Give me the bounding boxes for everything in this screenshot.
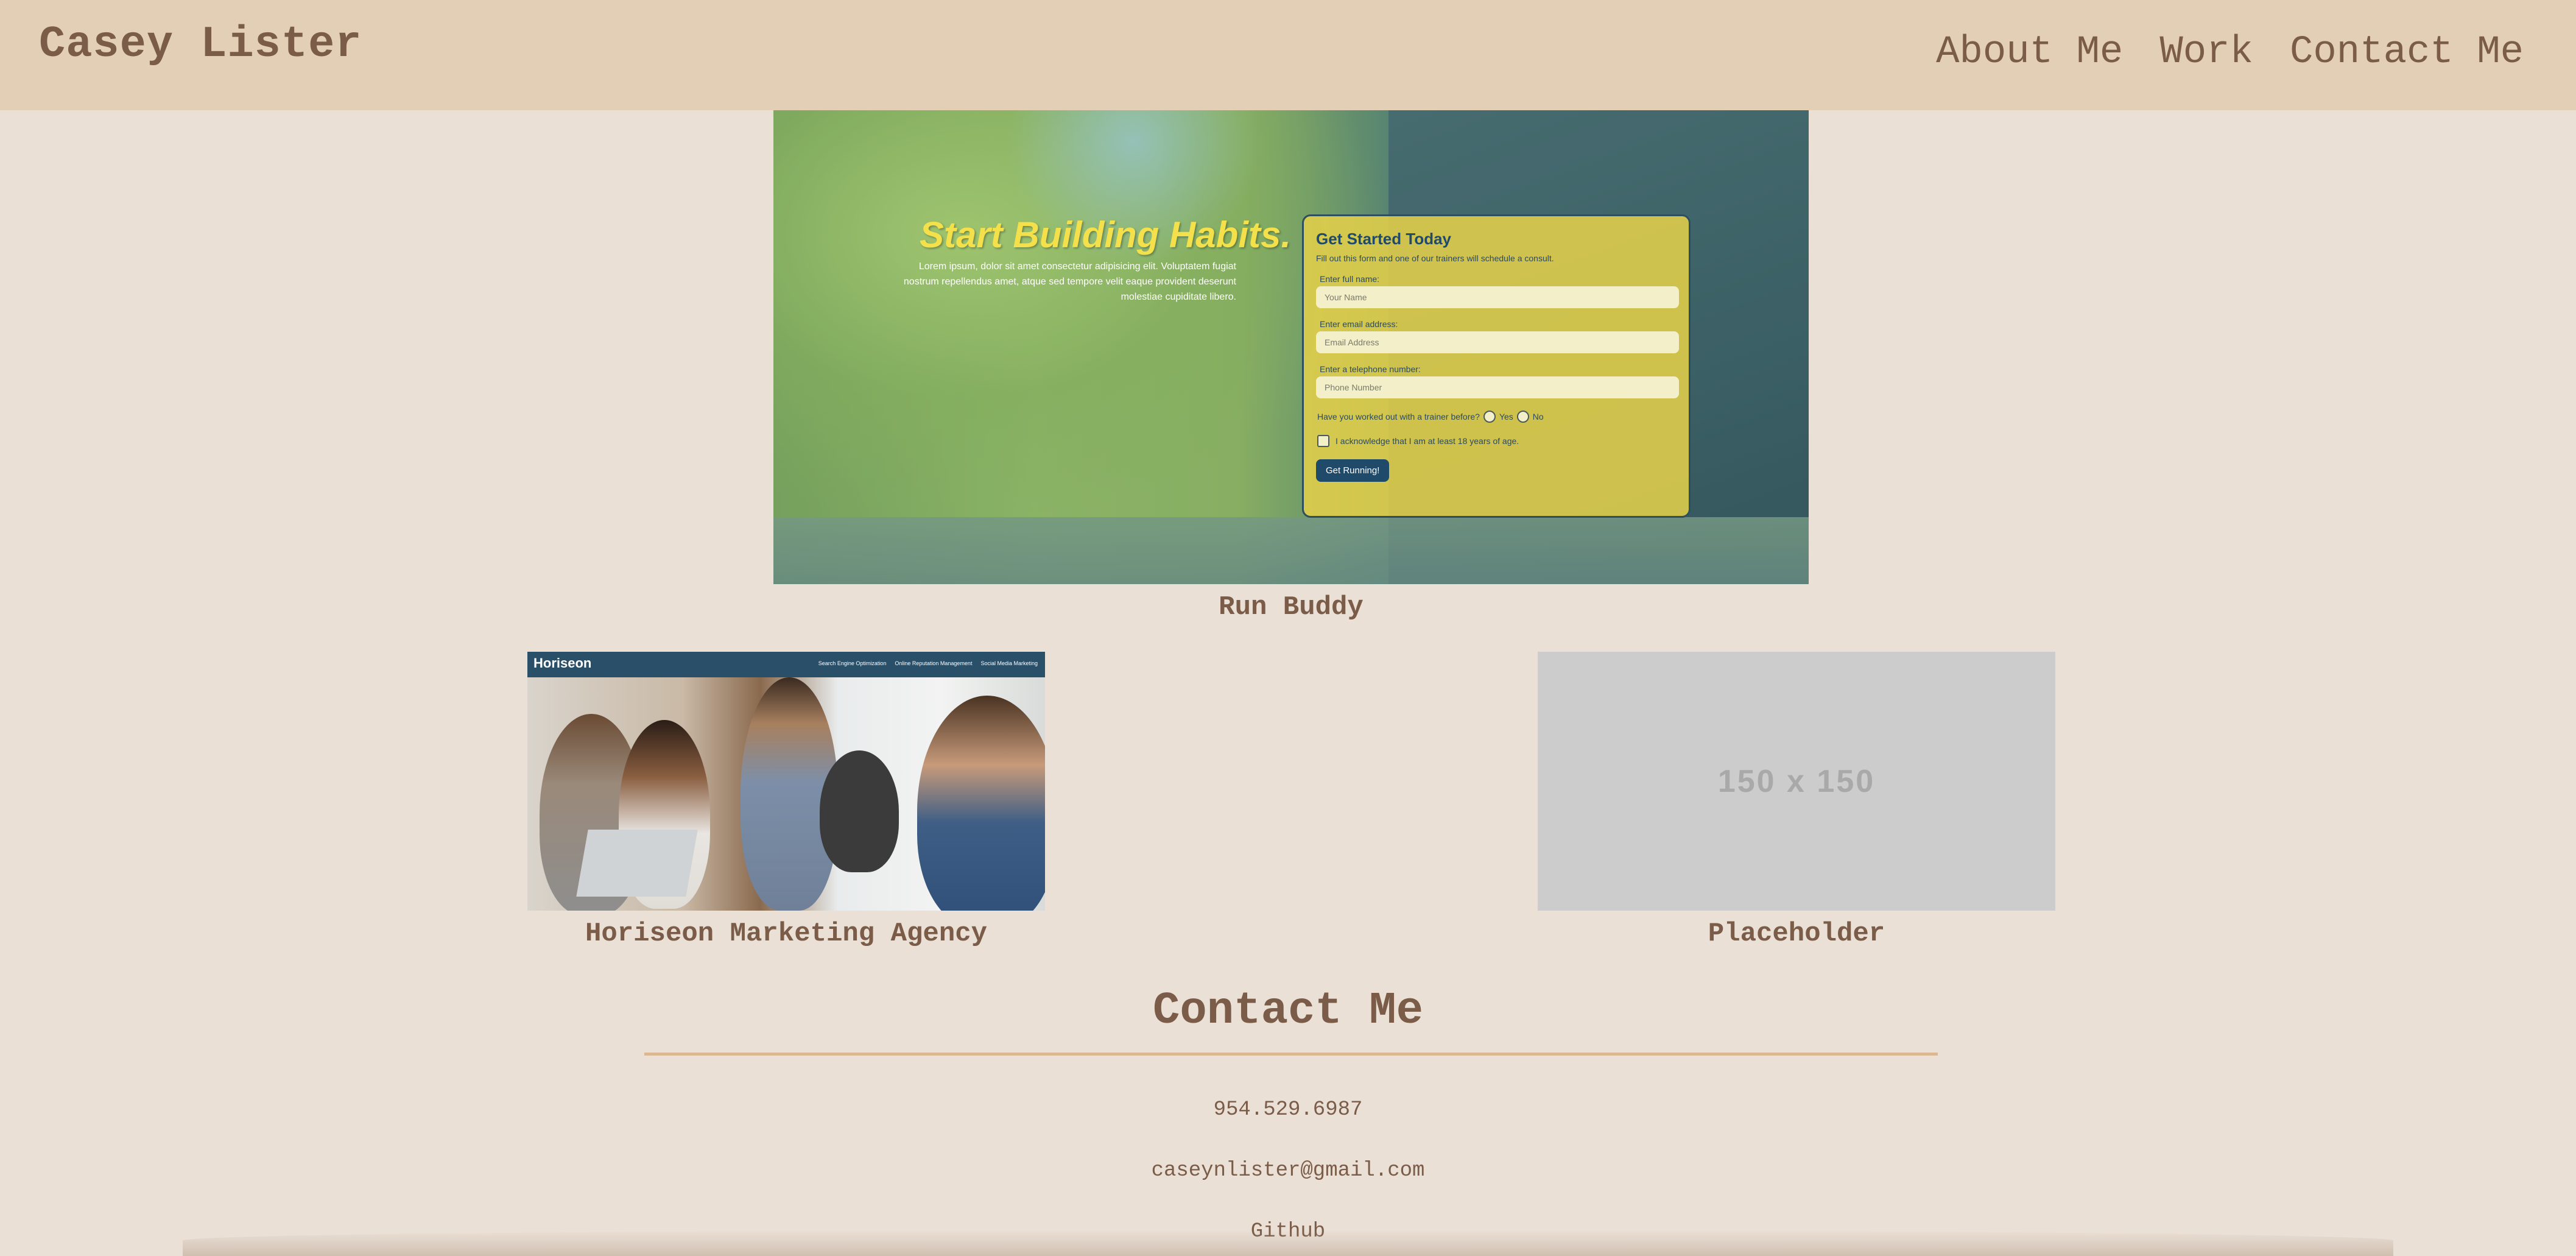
form-title: Get Started Today [1316, 230, 1452, 248]
horiseon-logo: Horiseon [533, 655, 592, 671]
radio-no-label: No [1532, 412, 1544, 422]
placeholder-image[interactable]: 150 x 150 [1538, 652, 2055, 911]
horiseon-nav-orm: Online Reputation Management [895, 660, 973, 666]
checkbox-icon [1317, 435, 1329, 447]
nav-contact-me[interactable]: Contact Me [2290, 30, 2524, 74]
main-nav: About Me Work Contact Me [1936, 30, 2524, 74]
site-header: Casey Lister About Me Work Contact Me [0, 0, 2576, 110]
radio-no-icon [1516, 411, 1529, 423]
acknowledge-label: I acknowledge that I am at least 18 year… [1336, 436, 1519, 446]
laptop [576, 830, 698, 897]
placeholder-caption: Placeholder [1708, 919, 1885, 949]
run-buddy-form-card: Get Started Today Fill out this form and… [1302, 214, 1691, 518]
phone-link[interactable]: 954.529.6987 [1214, 1098, 1363, 1121]
site-brand[interactable]: Casey Lister [39, 19, 362, 69]
trainer-question-row: Have you worked out with a trainer befor… [1317, 411, 1677, 423]
nav-work[interactable]: Work [2159, 30, 2253, 74]
nav-about-me[interactable]: About Me [1936, 30, 2123, 74]
contact-phone: 954.529.6987 [0, 1098, 2576, 1121]
form-subtitle: Fill out this form and one of our traine… [1316, 253, 1554, 263]
radio-yes-icon [1483, 411, 1496, 423]
acknowledge-row: I acknowledge that I am at least 18 year… [1317, 435, 1677, 447]
horiseon-nav: Search Engine Optimization Online Reputa… [818, 660, 1038, 666]
phone-input-image: Phone Number [1316, 376, 1679, 398]
get-running-button-image: Get Running! [1316, 459, 1390, 482]
office-meeting-photo [527, 677, 1045, 911]
email-label: Enter email address: [1320, 319, 1398, 329]
office-chair [820, 750, 899, 872]
footer-shadow [183, 1230, 2393, 1256]
run-buddy-screenshot[interactable]: Start Building Habits. Lorem ipsum, dolo… [773, 110, 1809, 584]
contact-email: caseynlister@gmail.com [0, 1159, 2576, 1182]
radio-yes-label: Yes [1499, 412, 1513, 422]
trainer-question: Have you worked out with a trainer befor… [1317, 412, 1480, 422]
name-input-image: Your Name [1316, 286, 1679, 308]
contact-title: Contact Me [1152, 986, 1424, 1037]
name-label: Enter full name: [1320, 274, 1380, 284]
horiseon-caption: Horiseon Marketing Agency [585, 919, 988, 949]
email-link[interactable]: caseynlister@gmail.com [1152, 1159, 1425, 1182]
person-4 [917, 696, 1045, 911]
run-buddy-caption: Run Buddy [1219, 592, 1364, 623]
placeholder-image-text: 150 x 150 [1717, 763, 1876, 799]
horiseon-header: Horiseon Search Engine Optimization Onli… [527, 652, 1045, 677]
run-buddy-hero-text: Lorem ipsum, dolor sit amet consectetur … [903, 261, 1236, 302]
contact-divider [644, 1053, 1938, 1056]
horiseon-nav-seo: Search Engine Optimization [818, 660, 887, 666]
horiseon-nav-smm: Social Media Marketing [980, 660, 1038, 666]
horiseon-screenshot[interactable]: Horiseon Search Engine Optimization Onli… [527, 652, 1045, 911]
phone-label: Enter a telephone number: [1320, 364, 1421, 374]
email-input-image: Email Address [1316, 331, 1679, 353]
run-buddy-hero-title: Start Building Habits. [920, 214, 1292, 255]
